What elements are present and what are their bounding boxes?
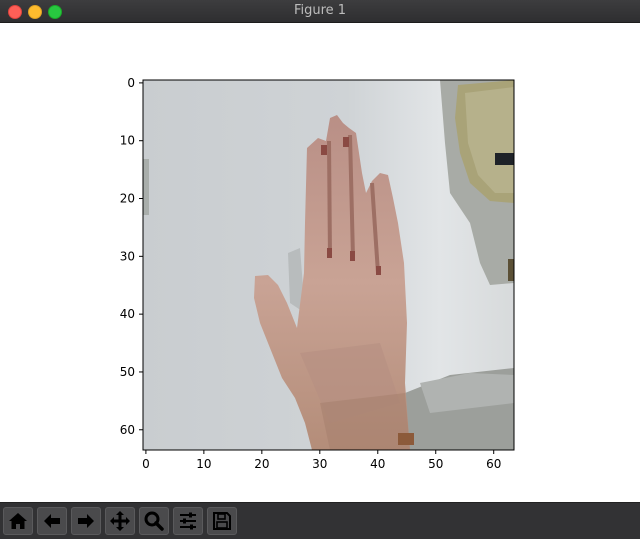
x-tick-label: 0 bbox=[142, 457, 150, 471]
pan-move-icon bbox=[110, 511, 130, 531]
y-tick-label: 20 bbox=[120, 192, 135, 206]
plot-area: 0 10 20 30 40 50 60 0 10 20 30 40 50 60 bbox=[120, 76, 515, 471]
y-tick-label: 10 bbox=[120, 134, 135, 148]
zoom-button[interactable] bbox=[139, 507, 169, 535]
x-tick-label: 10 bbox=[196, 457, 211, 471]
x-tick-label: 50 bbox=[428, 457, 443, 471]
forward-arrow-icon bbox=[78, 514, 94, 528]
x-tick-label: 60 bbox=[486, 457, 501, 471]
y-tick-label: 0 bbox=[127, 76, 135, 90]
configure-subplots-button[interactable] bbox=[173, 507, 203, 535]
home-button[interactable] bbox=[3, 507, 33, 535]
y-tick-label: 50 bbox=[120, 365, 135, 379]
image-pixels bbox=[143, 80, 514, 450]
window-title: Figure 1 bbox=[293, 3, 347, 18]
pan-button[interactable] bbox=[105, 507, 135, 535]
save-floppy-icon bbox=[213, 512, 231, 530]
navigation-toolbar bbox=[0, 502, 640, 539]
back-arrow-icon bbox=[44, 514, 60, 528]
x-tick-label: 40 bbox=[370, 457, 385, 471]
save-button[interactable] bbox=[207, 507, 237, 535]
x-tick-label: 20 bbox=[254, 457, 269, 471]
window-titlebar[interactable]: Figure 1 bbox=[0, 0, 640, 23]
figure-canvas: 0 10 20 30 40 50 60 0 10 20 30 40 50 60 bbox=[0, 23, 640, 502]
back-button[interactable] bbox=[37, 507, 67, 535]
configure-subplots-icon bbox=[180, 512, 196, 530]
y-axis: 0 10 20 30 40 50 60 bbox=[120, 76, 143, 437]
zoom-magnifier-icon bbox=[144, 511, 164, 531]
forward-button[interactable] bbox=[71, 507, 101, 535]
y-tick-label: 30 bbox=[120, 249, 135, 263]
home-icon bbox=[9, 513, 27, 529]
x-axis: 0 10 20 30 40 50 60 bbox=[142, 450, 501, 471]
x-tick-label: 30 bbox=[312, 457, 327, 471]
y-tick-label: 60 bbox=[120, 423, 135, 437]
y-tick-label: 40 bbox=[120, 307, 135, 321]
